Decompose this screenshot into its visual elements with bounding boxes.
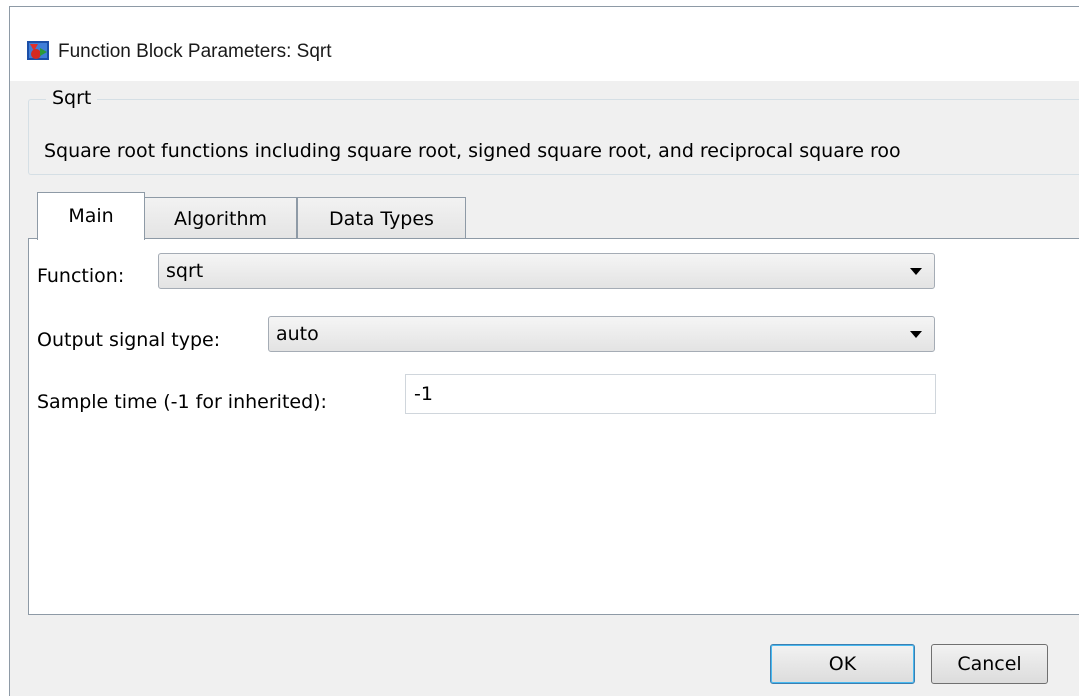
description-group: [28, 99, 1079, 175]
dialog-window: Function Block Parameters: Sqrt Sqrt Squ…: [9, 6, 1079, 696]
tab-panel-main: [28, 238, 1079, 615]
ok-button[interactable]: OK: [770, 644, 915, 684]
tab-algorithm[interactable]: Algorithm: [144, 197, 297, 239]
tab-main[interactable]: Main: [37, 192, 145, 240]
dropdown-arrow-icon: [910, 268, 922, 275]
cancel-button[interactable]: Cancel: [931, 644, 1048, 684]
tab-data-types[interactable]: Data Types: [297, 197, 466, 239]
simulink-block-icon: [27, 41, 49, 60]
sample-time-input[interactable]: [406, 375, 935, 413]
dropdown-arrow-icon: [910, 331, 922, 338]
output-signal-type-label: Output signal type:: [37, 329, 221, 351]
title-bar: Function Block Parameters: Sqrt: [10, 7, 1079, 81]
function-label: Function:: [37, 265, 125, 287]
sample-time-label: Sample time (-1 for inherited):: [37, 391, 327, 413]
output-signal-type-value: auto: [276, 323, 319, 345]
group-title: Sqrt: [46, 87, 98, 109]
sample-time-field[interactable]: [405, 374, 936, 414]
function-value: sqrt: [166, 260, 204, 282]
function-dropdown[interactable]: sqrt: [158, 253, 935, 289]
block-description: Square root functions including square r…: [44, 140, 901, 162]
output-signal-type-dropdown[interactable]: auto: [268, 316, 935, 352]
window-title: Function Block Parameters: Sqrt: [58, 41, 332, 62]
